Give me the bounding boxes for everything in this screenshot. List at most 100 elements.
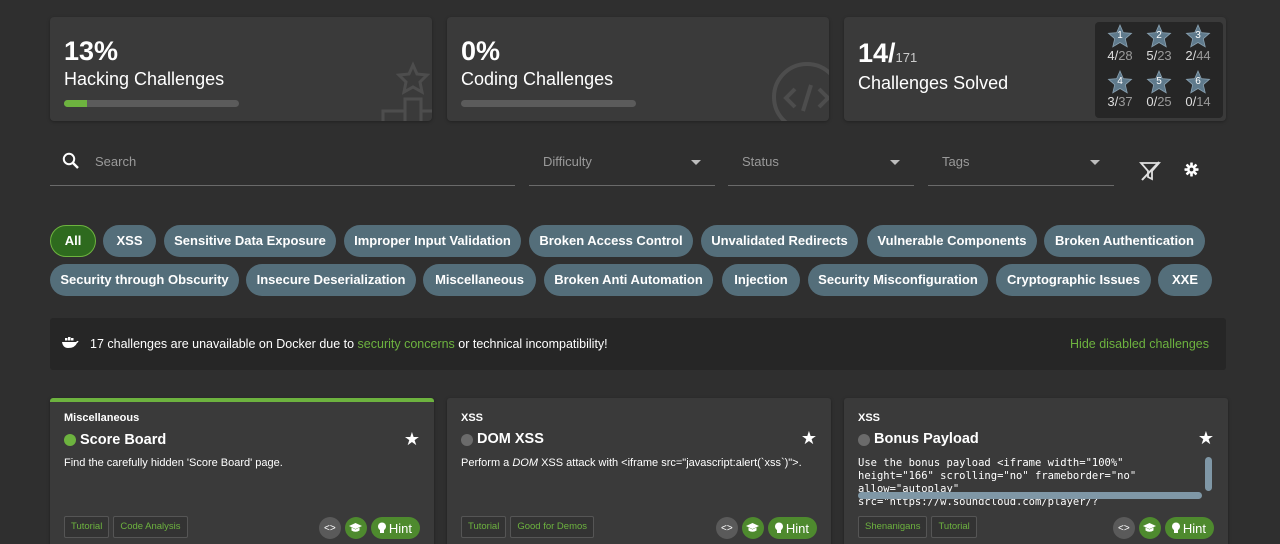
hint-button[interactable]: Hint xyxy=(1164,517,1214,539)
challenge-name: Bonus Payload xyxy=(874,431,979,447)
challenge-category: XSS xyxy=(858,412,881,424)
hint-button[interactable]: Hint xyxy=(370,517,420,539)
challenge-tags: Tutorial Good for Demos xyxy=(461,516,598,538)
category-chip-all[interactable]: All xyxy=(50,225,96,257)
category-chip-xss[interactable]: XSS xyxy=(103,225,156,257)
star-level: 2 xyxy=(1156,30,1162,41)
star-solved: 3/ xyxy=(1107,94,1119,109)
mortarboard-icon[interactable] xyxy=(344,517,367,539)
star-count: 2/44 xyxy=(1178,48,1218,63)
tags-select[interactable]: Tags xyxy=(928,140,1114,186)
desc-part: XSS attack with <iframe src="javascript:… xyxy=(538,457,802,469)
star-total: 44 xyxy=(1196,48,1211,63)
star-total: 28 xyxy=(1118,48,1133,63)
code-snippet-button[interactable]: <> xyxy=(318,517,341,539)
challenge-tag[interactable]: Tutorial xyxy=(931,516,977,538)
search-input[interactable]: Search xyxy=(95,154,136,169)
category-chip-sensitive-data-exposure[interactable]: Sensitive Data Exposure xyxy=(164,225,336,257)
difficulty-star-6: 6 0/14 xyxy=(1178,70,1218,114)
category-chip-improper-input-validation[interactable]: Improper Input Validation xyxy=(344,225,521,257)
search-icon xyxy=(62,152,79,169)
hacking-progress-bar xyxy=(64,100,239,107)
security-concerns-link[interactable]: security concerns xyxy=(358,337,455,351)
category-chip-insecure-deserialization[interactable]: Insecure Deserialization xyxy=(246,264,416,296)
category-chip-cryptographic-issues[interactable]: Cryptographic Issues xyxy=(996,264,1151,296)
hacking-progress-fill xyxy=(64,100,87,107)
chevron-down-icon xyxy=(1090,160,1100,165)
category-chip-miscellaneous[interactable]: Miscellaneous xyxy=(423,264,536,296)
difficulty-star-4: 4 3/37 xyxy=(1100,70,1140,114)
challenge-tag[interactable]: Good for Demos xyxy=(510,516,595,538)
hide-disabled-challenges-link[interactable]: Hide disabled challenges xyxy=(1070,337,1209,351)
star-count: 3/37 xyxy=(1100,94,1140,109)
star-favorite-icon[interactable]: ★ xyxy=(404,429,420,450)
mortarboard-icon[interactable] xyxy=(741,517,764,539)
category-chip-security-misconfiguration[interactable]: Security Misconfiguration xyxy=(808,264,988,296)
solved-label: Challenges Solved xyxy=(858,73,1009,93)
star-level: 4 xyxy=(1117,76,1123,87)
docker-warning-text: 17 challenges are unavailable on Docker … xyxy=(90,337,608,351)
difficulty-placeholder: Difficulty xyxy=(543,154,592,169)
solved-number: 14/ xyxy=(858,38,896,68)
clear-filter-icon[interactable] xyxy=(1139,160,1161,182)
challenge-card: Miscellaneous Score Board ★ Find the carefu… xyxy=(50,398,434,544)
category-chip-broken-access-control[interactable]: Broken Access Control xyxy=(529,225,693,257)
coding-challenges-card: 0% Coding Challenges xyxy=(447,17,829,121)
challenge-card: XSS DOM XSS ★ Perform a DOM XSS attack with… xyxy=(447,398,831,544)
challenge-tag[interactable]: Shenanigans xyxy=(858,516,928,538)
category-chip-unvalidated-redirects[interactable]: Unvalidated Redirects xyxy=(701,225,858,257)
difficulty-star-5: 5 0/25 xyxy=(1139,70,1179,114)
category-chip-broken-authentication[interactable]: Broken Authentication xyxy=(1044,225,1205,257)
star-count: 4/28 xyxy=(1100,48,1140,63)
star-solved: 5/ xyxy=(1146,48,1158,63)
challenge-actions: <> Hint xyxy=(318,517,420,539)
star-solved: 4/ xyxy=(1107,48,1119,63)
desc-part: Perform a xyxy=(461,457,513,469)
hint-label: Hint xyxy=(785,520,809,536)
code-icon xyxy=(772,62,829,121)
coding-label: Coding Challenges xyxy=(461,69,614,89)
settings-gear-icon[interactable] xyxy=(1184,162,1199,177)
solved-count: 14/171 xyxy=(858,38,917,69)
challenge-tag[interactable]: Code Analysis xyxy=(113,516,188,538)
challenge-category: XSS xyxy=(461,412,484,424)
hacking-challenges-card: 13% Hacking Challenges xyxy=(50,17,432,121)
hint-button[interactable]: Hint xyxy=(767,517,817,539)
category-chip-injection[interactable]: Injection xyxy=(722,264,800,296)
mortarboard-icon[interactable] xyxy=(1138,517,1161,539)
challenge-tag[interactable]: Tutorial xyxy=(461,516,507,538)
star-solved: 2/ xyxy=(1185,48,1197,63)
star-level: 5 xyxy=(1156,76,1162,87)
category-chip-broken-anti-automation[interactable]: Broken Anti Automation xyxy=(544,264,713,296)
tags-placeholder: Tags xyxy=(942,154,970,169)
search-field[interactable]: Search xyxy=(50,140,515,186)
status-select[interactable]: Status xyxy=(728,140,914,186)
code-snippet-button[interactable]: <> xyxy=(1112,517,1135,539)
star-total: 37 xyxy=(1118,94,1133,109)
category-chip-security-through-obscurity[interactable]: Security through Obscurity xyxy=(50,264,239,296)
category-chip-xxe[interactable]: XXE xyxy=(1158,264,1212,296)
challenge-card: XSS Bonus Payload ★ Use the bonus payload <… xyxy=(844,398,1228,544)
star-total: 25 xyxy=(1157,94,1172,109)
category-chip-vulnerable-components[interactable]: Vulnerable Components xyxy=(867,225,1037,257)
coding-percent: 0% xyxy=(461,36,501,66)
podium-star-icon xyxy=(381,61,432,121)
star-level: 1 xyxy=(1117,30,1123,41)
star-favorite-icon[interactable]: ★ xyxy=(801,428,817,449)
solved-status-dot xyxy=(461,434,473,446)
challenge-name: Score Board xyxy=(80,432,167,448)
code-snippet-button[interactable]: <> xyxy=(715,517,738,539)
description-scrollbar[interactable] xyxy=(858,492,1202,499)
star-favorite-icon[interactable]: ★ xyxy=(1198,428,1214,449)
challenge-tags: Shenanigans Tutorial xyxy=(858,516,981,538)
challenge-category: Miscellaneous xyxy=(64,412,140,424)
description-scrollbar-vertical[interactable] xyxy=(1205,457,1212,491)
challenge-actions: <> Hint xyxy=(715,517,817,539)
star-count: 0/14 xyxy=(1178,94,1218,109)
challenge-tag[interactable]: Tutorial xyxy=(64,516,110,538)
hint-label: Hint xyxy=(1182,520,1206,536)
banner-text-after: or technical incompatibility! xyxy=(454,337,608,351)
challenge-name: DOM XSS xyxy=(477,431,544,447)
difficulty-select[interactable]: Difficulty xyxy=(529,140,715,186)
difficulty-star-grid: 1 4/28 2 5/23 3 2/44 4 3/37 5 0/25 6 0/14 xyxy=(1095,22,1223,118)
